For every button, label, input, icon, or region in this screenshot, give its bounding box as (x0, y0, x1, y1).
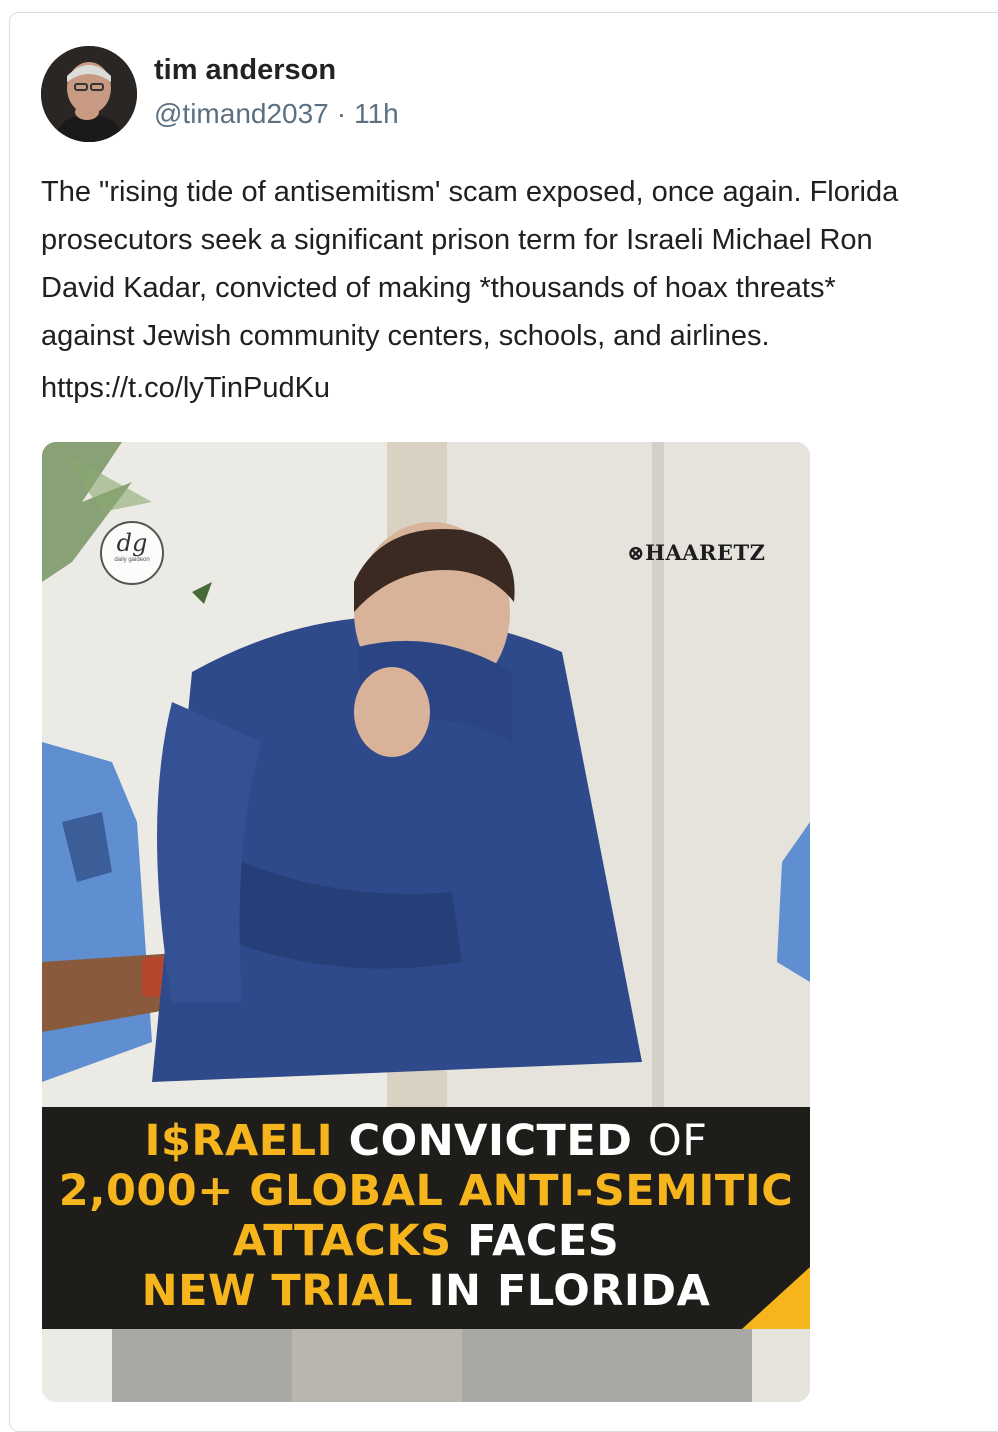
meta-separator: · (336, 98, 347, 129)
dg-logo-subtext: daily gaideon (114, 557, 150, 563)
haaretz-watermark: ⊗HAARETZ (627, 540, 766, 565)
tweet-text-line: prosecutors seek a significant prison te… (41, 224, 873, 256)
tweet-text-line: David Kadar, convicted of making *thousa… (41, 272, 836, 304)
avatar[interactable] (41, 46, 137, 142)
headline-line-1: I$RAELI CONVICTED OF (42, 1115, 810, 1167)
haaretz-text: HAARETZ (645, 540, 766, 565)
headline-word: FACES (467, 1216, 620, 1266)
headline-word: I$RAELI (144, 1116, 334, 1166)
avatar-image (41, 46, 137, 142)
headline-word: ATTACKS (232, 1216, 452, 1266)
tweet-text-line: against Jewish community centers, school… (41, 320, 770, 352)
headline-word: CONVICTED (348, 1116, 633, 1166)
headline-line-3: ATTACKS FACES (42, 1215, 810, 1267)
tweet-link[interactable]: https://t.co/lyTinPudKu (41, 372, 330, 405)
tweet-text-line: The "rising tide of antisemitism' scam e… (41, 176, 899, 208)
tweet-text: The "rising tide of antisemitism' scam e… (41, 168, 986, 360)
tweet-media-image[interactable]: dg daily gaideon ⊗HAARETZ I$RAELI CONVIC… (42, 442, 810, 1402)
headline-line-2: 2,000+ GLOBAL ANTI-SEMITIC (42, 1165, 810, 1217)
dg-logo-badge: dg daily gaideon (100, 521, 164, 585)
headline-word: OF (647, 1116, 708, 1166)
author-handle[interactable]: @timand2037 (154, 98, 329, 129)
headline-word: NEW TRIAL (141, 1266, 414, 1316)
author-name[interactable]: tim anderson (154, 54, 336, 87)
author-meta: @timand2037 · 11h (154, 98, 399, 130)
headline-banner: I$RAELI CONVICTED OF 2,000+ GLOBAL ANTI-… (42, 1107, 810, 1329)
headline-line-4: NEW TRIAL IN FLORIDA (42, 1265, 810, 1317)
headline-word: IN FLORIDA (428, 1266, 711, 1316)
tweet-time[interactable]: 11h (354, 98, 399, 129)
headline-word: 2,000+ GLOBAL ANTI-SEMITIC (58, 1166, 794, 1216)
